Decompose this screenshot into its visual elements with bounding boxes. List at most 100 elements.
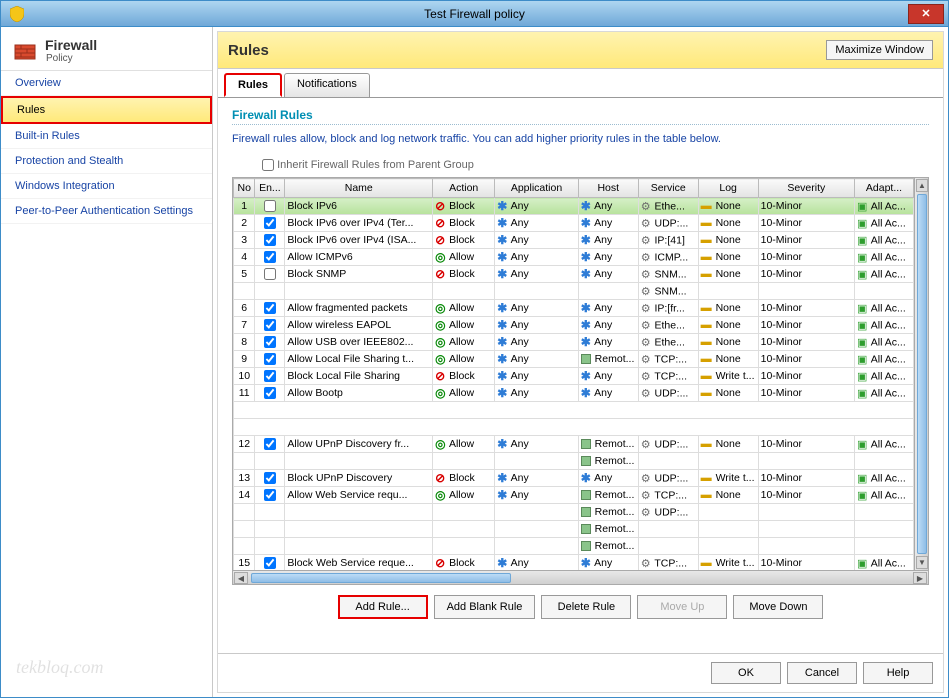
table-row[interactable]: 14Allow Web Service requ...◎ Allow✱ Any …: [234, 487, 914, 504]
enable-checkbox[interactable]: [264, 251, 276, 263]
column-header[interactable]: No: [234, 179, 255, 198]
column-header[interactable]: Action: [433, 179, 495, 198]
tab-rules[interactable]: Rules: [224, 73, 282, 97]
allow-icon: ◎: [435, 352, 445, 366]
inherit-row: Inherit Firewall Rules from Parent Group: [262, 159, 929, 171]
move-down-button[interactable]: Move Down: [733, 595, 823, 619]
table-row[interactable]: 8Allow USB over IEEE802...◎ Allow✱ Any✱ …: [234, 334, 914, 351]
enable-checkbox[interactable]: [264, 438, 276, 450]
column-header[interactable]: Name: [285, 179, 433, 198]
add-blank-rule-button[interactable]: Add Blank Rule: [434, 595, 536, 619]
column-header[interactable]: Adapt...: [855, 179, 914, 198]
page-header: Rules Maximize Window: [218, 32, 943, 69]
column-header[interactable]: Severity: [758, 179, 854, 198]
table-row[interactable]: 5Block SNMP⊘ Block✱ Any✱ Any⚙ SNM...▬ No…: [234, 266, 914, 283]
content: Firewall Policy OverviewRulesBuilt-in Ru…: [1, 27, 948, 697]
block-icon: ⊘: [435, 233, 445, 247]
enable-checkbox[interactable]: [264, 319, 276, 331]
table-row[interactable]: 7Allow wireless EAPOL◎ Allow✱ Any✱ Any⚙ …: [234, 317, 914, 334]
any-icon: ✱: [581, 199, 591, 213]
scroll-left-icon[interactable]: ◀: [234, 572, 248, 584]
tab-notifications[interactable]: Notifications: [284, 73, 370, 97]
log-icon: ▬: [701, 268, 712, 280]
sidebar-item-rules[interactable]: Rules: [1, 96, 212, 124]
enable-checkbox[interactable]: [264, 217, 276, 229]
table-row[interactable]: 4Allow ICMPv6◎ Allow✱ Any✱ Any⚙ ICMP...▬…: [234, 249, 914, 266]
help-button[interactable]: Help: [863, 662, 933, 684]
enable-checkbox[interactable]: [264, 472, 276, 484]
column-header[interactable]: Log: [698, 179, 758, 198]
host-icon: [581, 507, 591, 517]
ok-button[interactable]: OK: [711, 662, 781, 684]
sidebar-item-windows-integration[interactable]: Windows Integration: [1, 174, 212, 199]
gear-icon: ⚙: [641, 489, 651, 502]
enable-checkbox[interactable]: [264, 200, 276, 212]
maximize-button[interactable]: Maximize Window: [826, 40, 933, 60]
inherit-checkbox[interactable]: [262, 159, 274, 171]
sidebar-item-protection-and-stealth[interactable]: Protection and Stealth: [1, 149, 212, 174]
adapter-icon: ▣: [857, 251, 867, 264]
enable-checkbox[interactable]: [264, 268, 276, 280]
table-row[interactable]: 13Block UPnP Discovery⊘ Block✱ Any✱ Any⚙…: [234, 470, 914, 487]
enable-checkbox[interactable]: [264, 353, 276, 365]
sidebar-item-overview[interactable]: Overview: [1, 71, 212, 96]
enable-checkbox[interactable]: [264, 234, 276, 246]
sidebar-item-built-in-rules[interactable]: Built-in Rules: [1, 124, 212, 149]
column-header[interactable]: Application: [495, 179, 579, 198]
table-row[interactable]: 3Block IPv6 over IPv4 (ISA...⊘ Block✱ An…: [234, 232, 914, 249]
horizontal-scrollbar[interactable]: ◀ ▶: [233, 570, 928, 584]
move-up-button[interactable]: Move Up: [637, 595, 727, 619]
vscroll-thumb[interactable]: [917, 194, 927, 554]
table-row[interactable]: 2Block IPv6 over IPv4 (Ter...⊘ Block✱ An…: [234, 215, 914, 232]
table-row[interactable]: [234, 402, 914, 419]
enable-checkbox[interactable]: [264, 489, 276, 501]
enable-checkbox[interactable]: [264, 387, 276, 399]
gear-icon: ⚙: [641, 302, 651, 315]
table-row[interactable]: 1Block IPv6⊘ Block✱ Any✱ Any⚙ Ethe...▬ N…: [234, 198, 914, 215]
table-row[interactable]: 6Allow fragmented packets◎ Allow✱ Any✱ A…: [234, 300, 914, 317]
table-row[interactable]: 10Block Local File Sharing⊘ Block✱ Any✱ …: [234, 368, 914, 385]
block-icon: ⊘: [435, 216, 445, 230]
firewall-icon: [13, 39, 37, 63]
scroll-down-icon[interactable]: ▼: [916, 556, 928, 569]
allow-icon: ◎: [435, 301, 445, 315]
enable-checkbox[interactable]: [264, 302, 276, 314]
allow-icon: ◎: [435, 335, 445, 349]
column-header[interactable]: En...: [255, 179, 285, 198]
enable-checkbox[interactable]: [264, 557, 276, 569]
delete-rule-button[interactable]: Delete Rule: [541, 595, 631, 619]
column-header[interactable]: Host: [578, 179, 638, 198]
vertical-scrollbar[interactable]: ▲ ▼: [914, 178, 928, 570]
scroll-up-icon[interactable]: ▲: [916, 179, 928, 192]
add-rule-button[interactable]: Add Rule...: [338, 595, 428, 619]
allow-icon: ◎: [435, 318, 445, 332]
table-row[interactable]: 12Allow UPnP Discovery fr...◎ Allow✱ Any…: [234, 436, 914, 453]
window-title: Test Firewall policy: [424, 7, 525, 21]
enable-checkbox[interactable]: [264, 336, 276, 348]
log-icon: ▬: [701, 370, 712, 382]
adapter-icon: ▣: [857, 319, 867, 332]
column-header[interactable]: Service: [638, 179, 698, 198]
any-icon: ✱: [581, 318, 591, 332]
table-row[interactable]: 9Allow Local File Sharing t...◎ Allow✱ A…: [234, 351, 914, 368]
titlebar: Test Firewall policy ✕: [1, 1, 948, 27]
block-icon: ⊘: [435, 267, 445, 281]
gear-icon: ⚙: [641, 234, 651, 247]
table-row[interactable]: [234, 419, 914, 436]
cancel-button[interactable]: Cancel: [787, 662, 857, 684]
gear-icon: ⚙: [641, 370, 651, 383]
gear-icon: ⚙: [641, 217, 651, 230]
sidebar-item-peer-to-peer-authentication-settings[interactable]: Peer-to-Peer Authentication Settings: [1, 199, 212, 224]
enable-checkbox[interactable]: [264, 370, 276, 382]
hscroll-thumb[interactable]: [251, 573, 511, 583]
any-icon: ✱: [497, 471, 507, 485]
scroll-right-icon[interactable]: ▶: [913, 572, 927, 584]
table-row[interactable]: 15Block Web Service reque...⊘ Block✱ Any…: [234, 555, 914, 571]
adapter-icon: ▣: [857, 557, 867, 570]
adapter-icon: ▣: [857, 438, 867, 451]
allow-icon: ◎: [435, 437, 445, 451]
close-button[interactable]: ✕: [908, 4, 944, 24]
sidebar: Firewall Policy OverviewRulesBuilt-in Ru…: [1, 27, 213, 697]
any-icon: ✱: [581, 335, 591, 349]
table-row[interactable]: 11Allow Bootp◎ Allow✱ Any✱ Any⚙ UDP:...▬…: [234, 385, 914, 402]
